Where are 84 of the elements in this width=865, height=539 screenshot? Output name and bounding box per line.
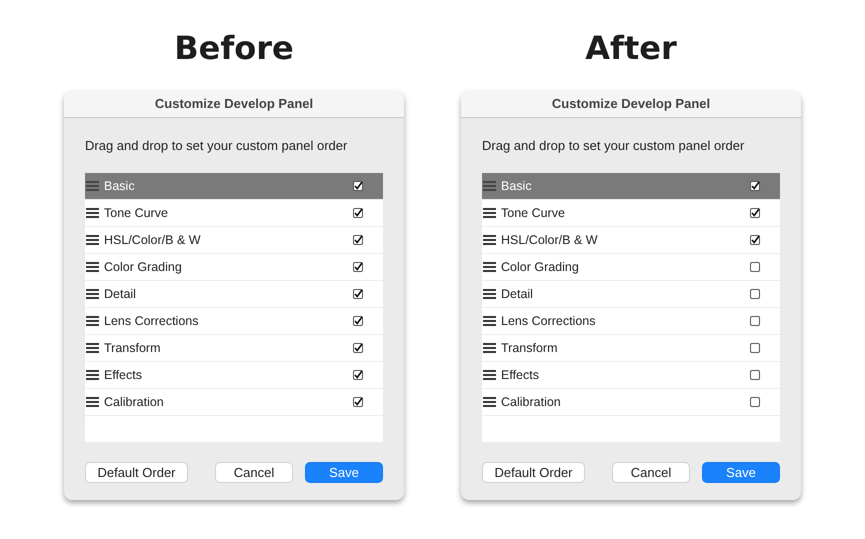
panel-row[interactable]: Color Grading [482,254,780,281]
drag-handle-icon[interactable] [86,316,99,326]
drag-handle-icon[interactable] [483,343,496,353]
panel-row[interactable]: Detail [482,281,780,308]
dialog-button[interactable]: Cancel [215,462,293,483]
checkbox[interactable] [353,343,363,353]
panel-row[interactable]: Calibration [482,389,780,416]
panel-heading: Before [174,28,294,68]
dialog-title: Customize Develop Panel [461,91,801,118]
row-label: Basic [501,179,533,193]
save-button[interactable]: Save [702,462,780,483]
instruction-text: Drag and drop to set your custom panel order [482,138,746,153]
panel-row[interactable]: Effects [482,362,780,389]
row-label: Lens Corrections [501,314,596,328]
checkbox[interactable] [353,208,363,218]
drag-handle-icon[interactable] [483,208,496,218]
row-label: Calibration [501,395,562,409]
save-button[interactable]: Save [305,462,383,483]
panel-row[interactable]: HSL/Color/B & W [85,227,383,254]
checkbox[interactable] [353,397,363,407]
drag-handle-icon[interactable] [483,316,496,326]
row-label: Tone Curve [501,206,566,220]
checkbox[interactable] [353,235,363,245]
dialog-title: Customize Develop Panel [64,91,404,118]
drag-handle-icon[interactable] [86,370,99,380]
row-label: Transform [501,341,558,355]
row-label: Basic [104,179,136,193]
drag-handle-icon[interactable] [86,262,99,272]
checkbox[interactable] [750,208,760,218]
dialog-button[interactable]: Default Order [85,462,188,483]
checkbox[interactable] [750,397,760,407]
dialog-button[interactable]: Cancel [612,462,690,483]
panel-row[interactable]: Color Grading [85,254,383,281]
checkbox[interactable] [750,316,760,326]
checkbox[interactable] [353,262,363,272]
drag-handle-icon[interactable] [483,397,496,407]
row-label: Calibration [104,395,165,409]
row-label: Transform [104,341,162,355]
row-label: Effects [501,368,540,382]
row-label: HSL/Color/B & W [104,233,202,247]
row-label: Detail [501,287,534,301]
drag-handle-icon[interactable] [86,235,99,245]
panel-row[interactable]: Lens Corrections [482,308,780,335]
dialog-button[interactable]: Default Order [482,462,585,483]
drag-handle-icon[interactable] [86,181,99,191]
row-label: Detail [104,287,137,301]
checkbox[interactable] [750,235,760,245]
checkbox[interactable] [750,181,760,191]
checkbox[interactable] [353,181,363,191]
row-label: HSL/Color/B & W [501,233,599,247]
checkbox[interactable] [750,289,760,299]
panel-row[interactable]: Transform [85,335,383,362]
panel-row[interactable]: Basic [85,173,383,200]
drag-handle-icon[interactable] [483,181,496,191]
panel-row[interactable]: Basic [482,173,780,200]
checkbox[interactable] [353,316,363,326]
row-label: Color Grading [104,260,183,274]
checkbox[interactable] [750,343,760,353]
row-label: Color Grading [501,260,580,274]
checkbox[interactable] [750,262,760,272]
instruction-text: Drag and drop to set your custom panel order [85,138,348,153]
drag-handle-icon[interactable] [483,235,496,245]
panel-row[interactable]: Lens Corrections [85,308,383,335]
drag-handle-icon[interactable] [86,343,99,353]
panel-row[interactable]: Effects [85,362,383,389]
panel-row[interactable]: Detail [85,281,383,308]
row-label: Lens Corrections [104,314,200,328]
drag-handle-icon[interactable] [483,289,496,299]
checkbox[interactable] [353,370,363,380]
panel-row[interactable]: Tone Curve [85,200,383,227]
panel-heading: After [585,28,677,68]
row-label: Tone Curve [104,206,169,220]
panel-row[interactable]: Calibration [85,389,383,416]
panel-row[interactable]: HSL/Color/B & W [482,227,780,254]
checkbox[interactable] [750,370,760,380]
panel-row[interactable]: Transform [482,335,780,362]
drag-handle-icon[interactable] [86,289,99,299]
drag-handle-icon[interactable] [86,208,99,218]
panel-row[interactable]: Tone Curve [482,200,780,227]
row-label: Effects [104,368,143,382]
drag-handle-icon[interactable] [483,262,496,272]
checkbox[interactable] [353,289,363,299]
drag-handle-icon[interactable] [86,397,99,407]
drag-handle-icon[interactable] [483,370,496,380]
